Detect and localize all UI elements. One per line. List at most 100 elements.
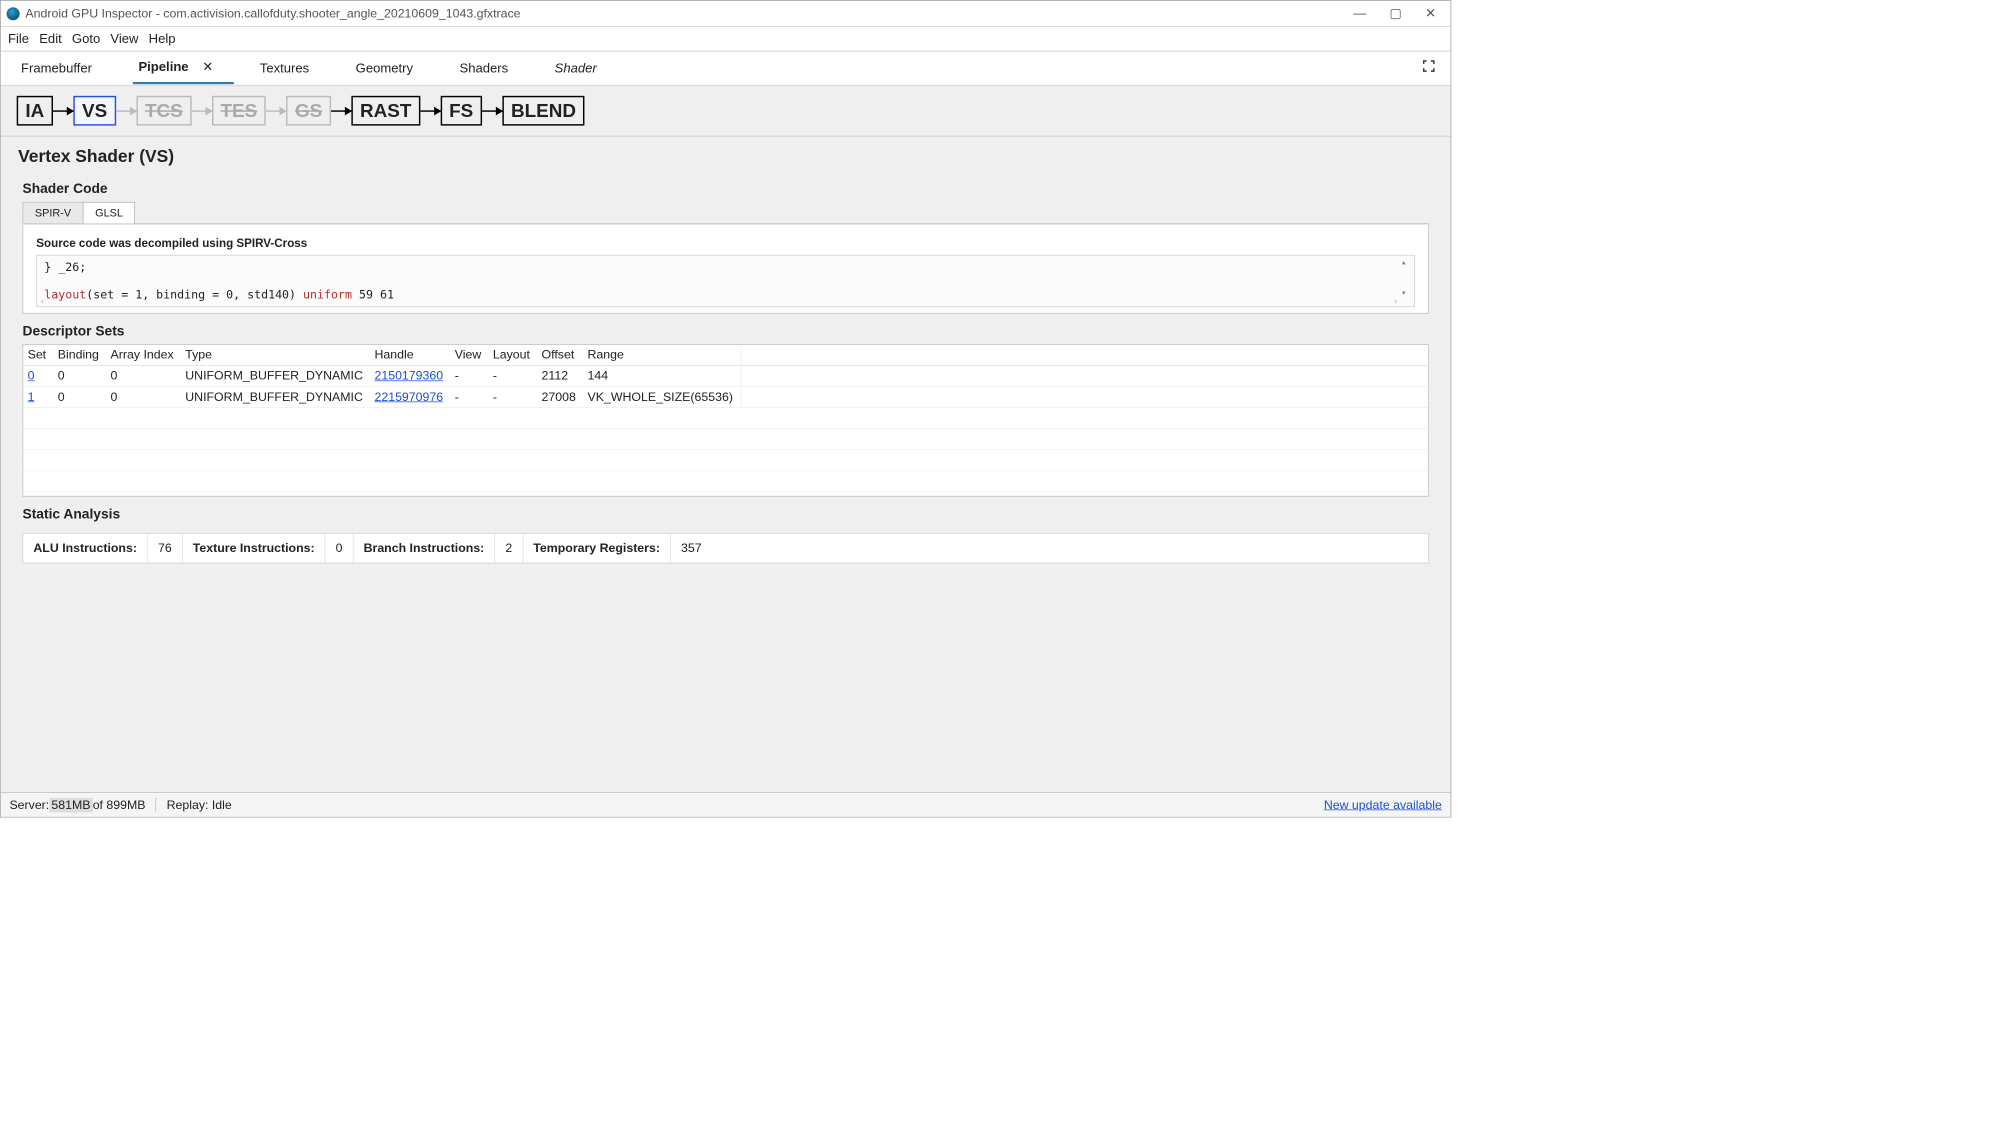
maximize-icon[interactable]: ▢ [1389,6,1401,21]
code-caption: Source code was decompiled using SPIRV-C… [36,237,1415,250]
pipeline-flow: IA VS TCS TES GS RAST FS BLEND [1,86,1451,137]
stage-vs[interactable]: VS [73,96,116,126]
col-set[interactable]: Set [23,345,53,366]
arrow-icon [482,110,502,111]
vertical-scrollbar[interactable]: ▴▾ [1401,257,1413,298]
horizontal-scrollbar[interactable]: ‹› [38,296,1399,306]
temp-value: 357 [671,534,712,563]
table-row-empty [23,429,1428,450]
arrow-icon [266,110,286,111]
tab-geometry[interactable]: Geometry [350,53,434,83]
col-type[interactable]: Type [181,345,370,366]
col-binding[interactable]: Binding [53,345,106,366]
cell-view: - [450,387,488,408]
fullscreen-icon[interactable] [1422,59,1437,78]
statusbar: Server: 581MB of 899MB Replay: Idle New … [1,792,1451,817]
cell-set[interactable]: 0 [23,366,53,387]
minimize-icon[interactable]: — [1353,6,1366,21]
cell-handle[interactable]: 2150179360 [370,366,450,387]
tab-textures[interactable]: Textures [254,53,330,83]
stage-gs[interactable]: GS [286,96,331,126]
col-view[interactable]: View [450,345,488,366]
menu-view[interactable]: View [110,31,138,46]
cell-layout: - [489,366,538,387]
tex-label: Texture Instructions: [183,534,326,563]
cell-offset: 27008 [537,387,583,408]
col-array-index[interactable]: Array Index [106,345,181,366]
window-title: Android GPU Inspector - com.activision.c… [25,6,520,21]
stage-tcs[interactable]: TCS [136,96,191,126]
arrow-icon [420,110,440,111]
window-controls: — ▢ ✕ [1353,6,1445,21]
cell-offset: 2112 [537,366,583,387]
close-icon[interactable]: ✕ [1425,6,1436,21]
status-separator [156,798,157,813]
cell-range: VK_WHOLE_SIZE(65536) [583,387,740,408]
alu-value: 76 [148,534,183,563]
menu-goto[interactable]: Goto [72,31,100,46]
menu-help[interactable]: Help [149,31,176,46]
stage-rast[interactable]: RAST [351,96,420,126]
workarea: IA VS TCS TES GS RAST FS BLEND Vertex Sh… [1,86,1451,792]
cell-layout: - [489,387,538,408]
menubar: File Edit Goto View Help [1,27,1451,51]
tab-pipeline[interactable]: Pipeline ✕ [133,52,234,84]
tab-close-icon[interactable]: ✕ [202,60,213,75]
tex-value: 0 [326,534,354,563]
stage-tes[interactable]: TES [212,96,266,126]
arrow-icon [331,110,351,111]
app-icon [7,7,20,20]
shader-tab-glsl[interactable]: GLSL [83,202,136,224]
menu-file[interactable]: File [8,31,29,46]
shader-code-heading: Shader Code [1,171,1451,201]
shader-tab-spirv[interactable]: SPIR-V [23,202,84,224]
menu-edit[interactable]: Edit [39,31,62,46]
col-layout[interactable]: Layout [489,345,538,366]
cell-set[interactable]: 1 [23,387,53,408]
tab-shaders[interactable]: Shaders [454,53,529,83]
update-link[interactable]: New update available [1324,798,1442,813]
col-handle[interactable]: Handle [370,345,450,366]
cell-view: - [450,366,488,387]
code-line-1a: } [44,260,58,274]
table-row-empty [23,408,1428,429]
table-row-empty [23,471,1428,492]
status-replay: Replay: Idle [167,798,232,813]
stage-ia[interactable]: IA [17,96,53,126]
status-server-mem: 581MB [49,798,92,813]
cell-array-index: 0 [106,366,181,387]
static-analysis-heading: Static Analysis [1,497,1451,527]
tab-shader[interactable]: Shader [549,53,617,83]
tabbar: Framebuffer Pipeline ✕ Textures Geometry… [1,51,1451,86]
col-offset[interactable]: Offset [537,345,583,366]
tab-framebuffer[interactable]: Framebuffer [15,53,112,83]
code-panel: Source code was decompiled using SPIRV-C… [23,224,1429,313]
cell-handle[interactable]: 2215970976 [370,387,450,408]
cell-binding: 0 [53,387,106,408]
page-title: Vertex Shader (VS) [1,136,1451,171]
titlebar: Android GPU Inspector - com.activision.c… [1,1,1451,27]
cell-type: UNIFORM_BUFFER_DYNAMIC [181,387,370,408]
table-row[interactable]: 1 0 0 UNIFORM_BUFFER_DYNAMIC 2215970976 … [23,387,1428,408]
col-range[interactable]: Range [583,345,740,366]
branch-label: Branch Instructions: [353,534,495,563]
descriptor-sets-heading: Descriptor Sets [1,314,1451,344]
static-analysis-table: ALU Instructions: 76 Texture Instruction… [23,533,1429,563]
cell-array-index: 0 [106,387,181,408]
cell-range: 144 [583,366,740,387]
alu-label: ALU Instructions: [23,534,148,563]
table-row[interactable]: 0 0 0 UNIFORM_BUFFER_DYNAMIC 2150179360 … [23,366,1428,387]
temp-label: Temporary Registers: [523,534,671,563]
arrow-icon [116,110,136,111]
stage-fs[interactable]: FS [440,96,482,126]
stage-blend[interactable]: BLEND [502,96,584,126]
cell-type: UNIFORM_BUFFER_DYNAMIC [181,366,370,387]
status-server-of: of 899MB [93,798,146,813]
cell-binding: 0 [53,366,106,387]
tab-pipeline-label: Pipeline [138,60,188,75]
table-header-row: Set Binding Array Index Type Handle View… [23,345,1428,366]
code-textarea[interactable]: } _26; layout(set = 1, binding = 0, std1… [36,255,1415,307]
table-row-empty [23,450,1428,471]
code-line-1b: _26; [58,260,86,274]
arrow-icon [191,110,211,111]
